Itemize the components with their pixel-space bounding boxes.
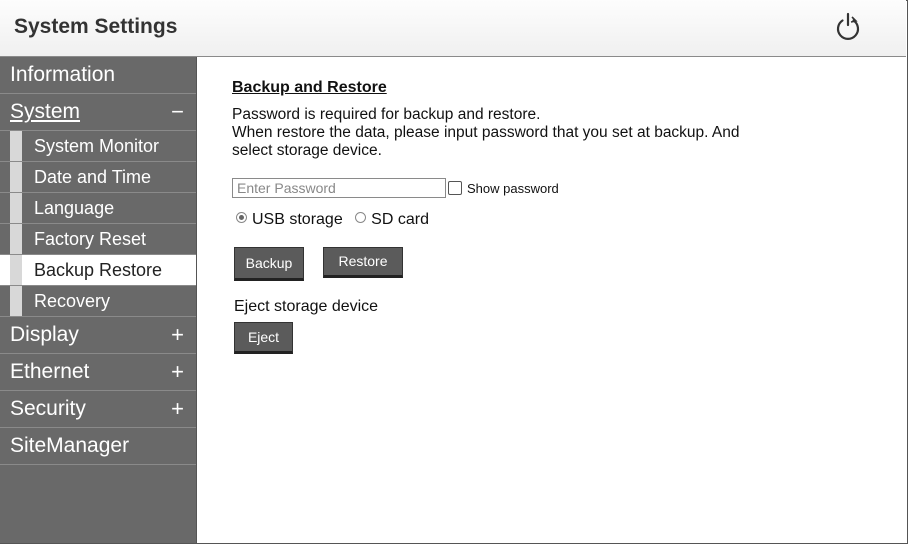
sidebar-item-date-and-time[interactable]: Date and Time xyxy=(0,162,196,193)
sidebar-item-system-monitor[interactable]: System Monitor xyxy=(0,131,196,162)
expand-icon[interactable]: + xyxy=(171,354,184,390)
backup-button[interactable]: Backup xyxy=(234,247,304,281)
usb-storage-label: USB storage xyxy=(252,211,343,228)
sidebar-item-label: Information xyxy=(10,63,116,86)
sidebar-item-label: Display xyxy=(10,323,79,346)
sidebar-item-label: System xyxy=(10,100,81,123)
sidebar-item-backup-restore[interactable]: Backup Restore xyxy=(0,255,196,286)
sidebar-item-sitemanager[interactable]: SiteManager xyxy=(0,428,196,465)
main-content: Backup and Restore Password is required … xyxy=(232,79,872,354)
expand-icon[interactable]: + xyxy=(171,317,184,353)
description-line: Password is required for backup and rest… xyxy=(232,106,541,123)
description-line: select storage device. xyxy=(232,142,382,159)
sidebar-item-ethernet[interactable]: Ethernet + xyxy=(0,354,196,391)
sidebar-item-information[interactable]: Information xyxy=(0,57,196,94)
usb-storage-radio[interactable] xyxy=(236,212,247,223)
collapse-icon[interactable]: − xyxy=(171,94,184,130)
eject-section-label: Eject storage device xyxy=(234,298,379,315)
sidebar-item-display[interactable]: Display + xyxy=(0,317,196,354)
eject-button[interactable]: Eject xyxy=(234,322,293,354)
header-bar: System Settings xyxy=(0,0,906,57)
sidebar-item-factory-reset[interactable]: Factory Reset xyxy=(0,224,196,255)
sidebar-item-security[interactable]: Security + xyxy=(0,391,196,428)
sidebar-item-language[interactable]: Language xyxy=(0,193,196,224)
section-title: Backup and Restore xyxy=(232,79,387,96)
sd-card-label: SD card xyxy=(371,211,429,228)
storage-radio-group: USB storage SD card xyxy=(236,211,429,229)
show-password-label: Show password xyxy=(467,181,559,196)
expand-icon[interactable]: + xyxy=(171,391,184,427)
sidebar-item-label: Ethernet xyxy=(10,360,90,383)
page-title: System Settings xyxy=(14,15,178,38)
description: Password is required for backup and rest… xyxy=(232,106,872,160)
description-line: When restore the data, please input pass… xyxy=(232,124,740,141)
password-input[interactable] xyxy=(232,178,446,198)
sd-card-radio[interactable] xyxy=(355,212,367,223)
show-password-checkbox[interactable] xyxy=(448,181,462,195)
sidebar-item-recovery[interactable]: Recovery xyxy=(0,286,196,317)
restore-button[interactable]: Restore xyxy=(323,247,403,278)
power-icon[interactable] xyxy=(831,11,865,45)
sidebar: Information System − System Monitor Date… xyxy=(0,57,197,543)
sidebar-item-label: Security xyxy=(10,397,86,420)
sidebar-item-label: SiteManager xyxy=(10,434,130,457)
sidebar-item-system[interactable]: System − xyxy=(0,94,196,131)
